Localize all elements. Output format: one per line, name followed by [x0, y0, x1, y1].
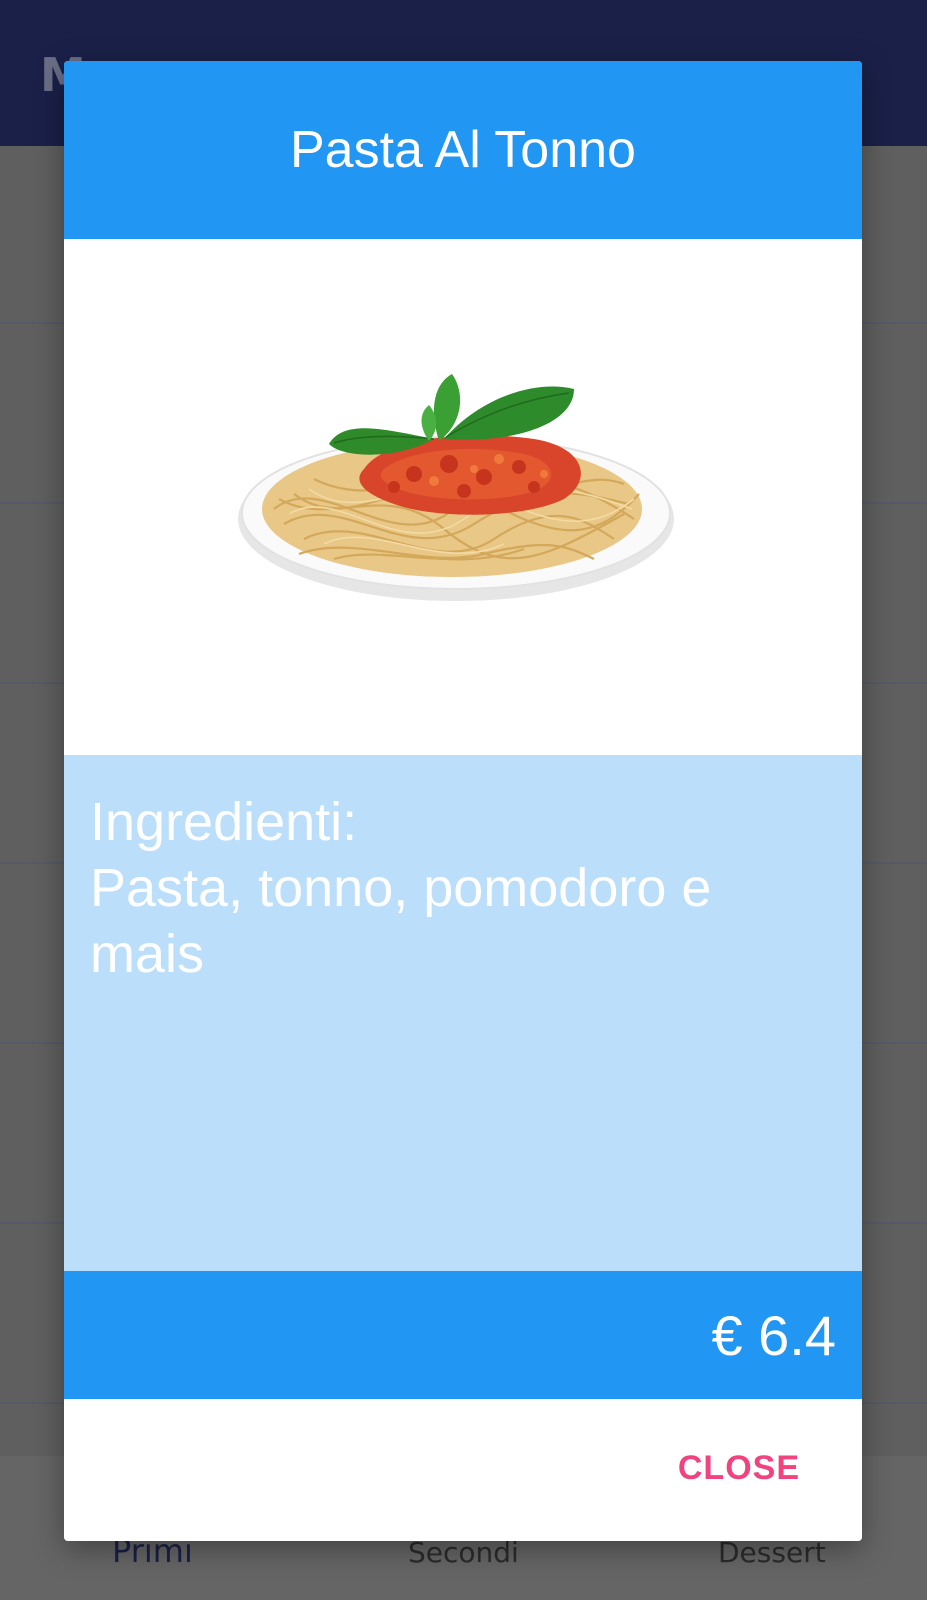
ingredients-list: Pasta, tonno, pomodoro e mais — [90, 858, 712, 984]
dialog-footer: CLOSE — [64, 1399, 862, 1541]
dish-image-area — [64, 239, 862, 755]
price-bar: € 6.4 — [64, 1271, 862, 1399]
dish-detail-dialog: Pasta Al Tonno Ingredienti: Pasta, tonno… — [64, 61, 862, 1541]
ingredients-text: Ingredienti: Pasta, tonno, pomodoro e ma… — [90, 789, 830, 987]
dish-price: € 6.4 — [711, 1304, 836, 1367]
ingredients-section: Ingredienti: Pasta, tonno, pomodoro e ma… — [64, 755, 862, 1271]
ingredients-heading: Ingredienti: — [90, 792, 358, 852]
dialog-title: Pasta Al Tonno — [290, 121, 636, 179]
close-button[interactable]: CLOSE — [656, 1435, 822, 1502]
dialog-header: Pasta Al Tonno — [64, 61, 862, 239]
pasta-plate-image — [238, 374, 674, 601]
